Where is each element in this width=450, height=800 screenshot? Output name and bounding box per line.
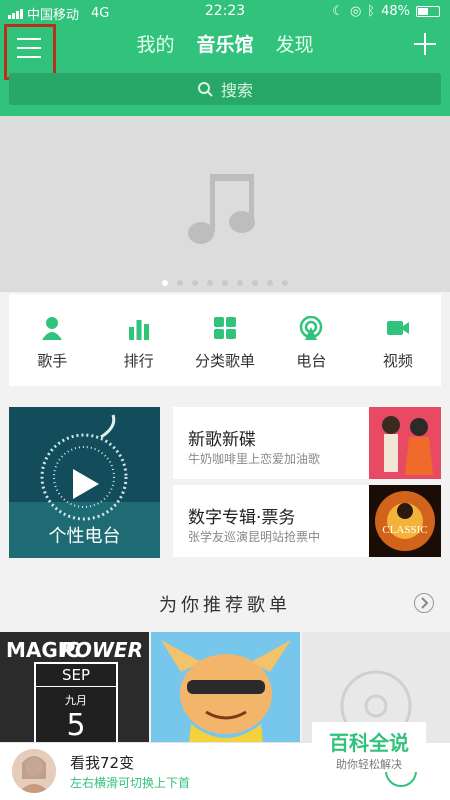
swipe-hint: 左右横滑可切换上下首 bbox=[70, 776, 191, 790]
singer-icon bbox=[42, 317, 63, 340]
carousel-dot[interactable] bbox=[222, 280, 228, 286]
search-placeholder: 搜索 bbox=[220, 81, 253, 100]
chevron-glyph bbox=[421, 597, 429, 609]
ranking-icon bbox=[128, 320, 149, 340]
new-songs-cover bbox=[369, 407, 441, 479]
chevron-right-icon[interactable] bbox=[414, 593, 434, 613]
calendar-day: 5 bbox=[66, 708, 86, 743]
carousel-dot[interactable] bbox=[282, 280, 288, 286]
lock-rotation-icon: ◎ bbox=[349, 4, 362, 19]
category-playlists[interactable]: 分类歌单 bbox=[182, 294, 268, 386]
status-bar: 中国移动 4G 22:23 ☾ ◎ ᛒ 48% bbox=[0, 0, 450, 24]
cover-text: CLASSIC bbox=[382, 524, 427, 536]
watermark-logo: 百科全说 助你轻松解决 bbox=[312, 722, 426, 772]
category-label: 歌手 bbox=[37, 352, 68, 370]
tile-title: 新歌新碟 bbox=[188, 430, 256, 450]
song-title: 看我72变 bbox=[70, 754, 135, 772]
play-icon[interactable] bbox=[71, 467, 101, 501]
tab-discover[interactable]: 发现 bbox=[276, 30, 314, 57]
watermark-title: 百科全说 bbox=[329, 731, 409, 755]
tile-subtitle: 牛奶咖啡里上恋爱加油歌 bbox=[188, 452, 321, 466]
battery-percent: 48% bbox=[381, 4, 410, 19]
carousel-dot[interactable] bbox=[237, 280, 243, 286]
category-label: 排行 bbox=[123, 352, 154, 370]
tile-subtitle: 张学友巡演昆明站抢票中 bbox=[188, 530, 321, 544]
personal-radio-label: 个性电台 bbox=[48, 526, 121, 547]
moon-icon: ☾ bbox=[332, 4, 344, 19]
digital-album-cover: CLASSIC bbox=[369, 485, 441, 557]
top-header: 中国移动 4G 22:23 ☾ ◎ ᛒ 48% 我的 音乐馆 发现 搜索 bbox=[0, 0, 450, 116]
carousel-dot[interactable] bbox=[177, 280, 183, 286]
bluetooth-icon: ᛒ bbox=[367, 4, 376, 19]
category-label: 电台 bbox=[296, 352, 327, 370]
carousel-dot[interactable] bbox=[162, 280, 168, 286]
category-card: 歌手 排行 分类歌单 电台 视频 bbox=[9, 294, 441, 386]
personal-radio-card[interactable]: 个性电台 bbox=[9, 407, 160, 558]
calendar-month-cn: 九月 bbox=[65, 694, 87, 707]
recommend-title: 为你推荐歌单 bbox=[159, 595, 291, 616]
cartoon-character-image bbox=[151, 632, 300, 744]
tile-title: 数字专辑·票务 bbox=[188, 508, 296, 528]
playlist-card[interactable]: MAGIC POWER SEP 九月 5 bbox=[0, 632, 149, 744]
new-songs-tile[interactable]: 新歌新碟 牛奶咖啡里上恋爱加油歌 bbox=[173, 407, 441, 479]
digital-album-tile[interactable]: 数字专辑·票务 张学友巡演昆明站抢票中 CLASSIC bbox=[173, 485, 441, 557]
playlist-cover-text: POWER bbox=[60, 638, 143, 662]
carousel-dot[interactable] bbox=[252, 280, 258, 286]
avatar-image bbox=[12, 749, 56, 793]
carousel-dot[interactable] bbox=[267, 280, 273, 286]
category-icon bbox=[214, 317, 237, 339]
category-singer[interactable]: 歌手 bbox=[9, 294, 95, 386]
category-radio[interactable]: 电台 bbox=[268, 294, 354, 386]
carousel-dot[interactable] bbox=[207, 280, 213, 286]
tab-mine[interactable]: 我的 bbox=[136, 30, 174, 57]
calendar-badge: SEP 九月 5 bbox=[34, 662, 118, 744]
carousel-dots bbox=[0, 280, 450, 286]
category-label: 分类歌单 bbox=[195, 352, 256, 370]
song-avatar[interactable] bbox=[12, 749, 56, 793]
music-note-icon bbox=[188, 174, 255, 244]
search-icon bbox=[197, 82, 213, 97]
playlist-card[interactable] bbox=[151, 632, 300, 744]
search-bar[interactable]: 搜索 bbox=[9, 73, 441, 105]
calendar-month: SEP bbox=[36, 664, 116, 687]
watermark-subtitle: 助你轻松解决 bbox=[336, 758, 402, 771]
category-label: 视频 bbox=[382, 352, 413, 370]
video-icon bbox=[386, 321, 409, 335]
carousel-dot[interactable] bbox=[192, 280, 198, 286]
top-tabs: 我的 音乐馆 发现 bbox=[0, 30, 450, 57]
plus-icon[interactable] bbox=[414, 33, 436, 55]
battery-icon bbox=[416, 6, 440, 17]
category-ranking[interactable]: 排行 bbox=[95, 294, 181, 386]
category-video[interactable]: 视频 bbox=[355, 294, 441, 386]
tab-music-hall[interactable]: 音乐馆 bbox=[196, 30, 253, 57]
radio-icon bbox=[300, 316, 323, 340]
